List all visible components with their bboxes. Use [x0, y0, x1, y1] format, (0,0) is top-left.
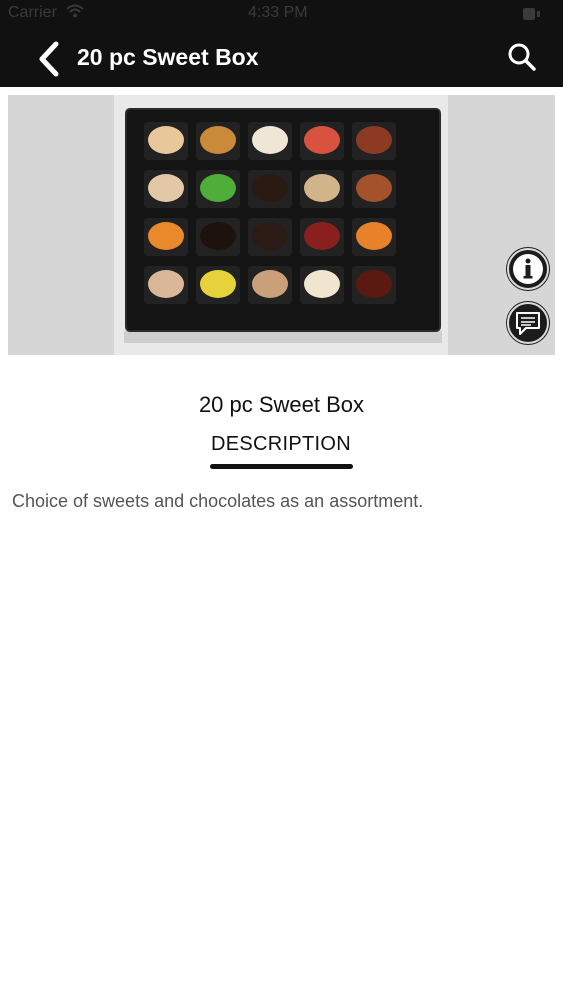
search-button[interactable]	[505, 40, 539, 74]
wifi-icon	[66, 4, 84, 23]
sweet-piece	[252, 126, 288, 154]
sweet-piece	[356, 174, 392, 202]
sweet-piece	[304, 270, 340, 298]
sweet-piece	[148, 222, 184, 250]
product-description: Choice of sweets and chocolates as an as…	[12, 491, 424, 511]
tab-active-indicator	[210, 464, 353, 469]
carrier-label: Carrier	[8, 4, 57, 21]
sweet-piece	[252, 174, 288, 202]
sweet-piece	[200, 270, 236, 298]
search-icon	[508, 43, 536, 71]
status-time: 4:33 PM	[248, 4, 308, 21]
sweet-piece	[356, 222, 392, 250]
sweet-piece	[304, 126, 340, 154]
nav-title: 20 pc Sweet Box	[77, 44, 259, 70]
sweet-piece	[200, 126, 236, 154]
info-icon	[513, 254, 543, 284]
chevron-left-icon	[39, 41, 59, 77]
sweet-piece	[304, 222, 340, 250]
sweet-piece	[252, 222, 288, 250]
product-title: 20 pc Sweet Box	[198, 392, 365, 417]
sweet-piece	[200, 174, 236, 202]
sweet-piece	[356, 270, 392, 298]
chat-bubble-icon	[516, 312, 540, 335]
sweet-piece	[356, 126, 392, 154]
sweet-piece	[252, 270, 288, 298]
chat-button[interactable]	[507, 302, 549, 344]
back-button[interactable]	[32, 40, 66, 78]
sweet-piece	[200, 222, 236, 250]
battery-icon	[523, 8, 549, 20]
info-button[interactable]	[507, 248, 549, 290]
status-bar: Carrier 4:33 PM	[0, 0, 563, 30]
sweet-piece	[148, 126, 184, 154]
sweet-box-photo	[114, 95, 448, 355]
sweet-piece	[148, 174, 184, 202]
product-image	[8, 95, 555, 355]
sweet-piece	[304, 174, 340, 202]
tab-description[interactable]: DESCRIPTION	[200, 433, 362, 456]
sweet-piece	[148, 270, 184, 298]
navigation-bar: 20 pc Sweet Box	[0, 30, 563, 87]
